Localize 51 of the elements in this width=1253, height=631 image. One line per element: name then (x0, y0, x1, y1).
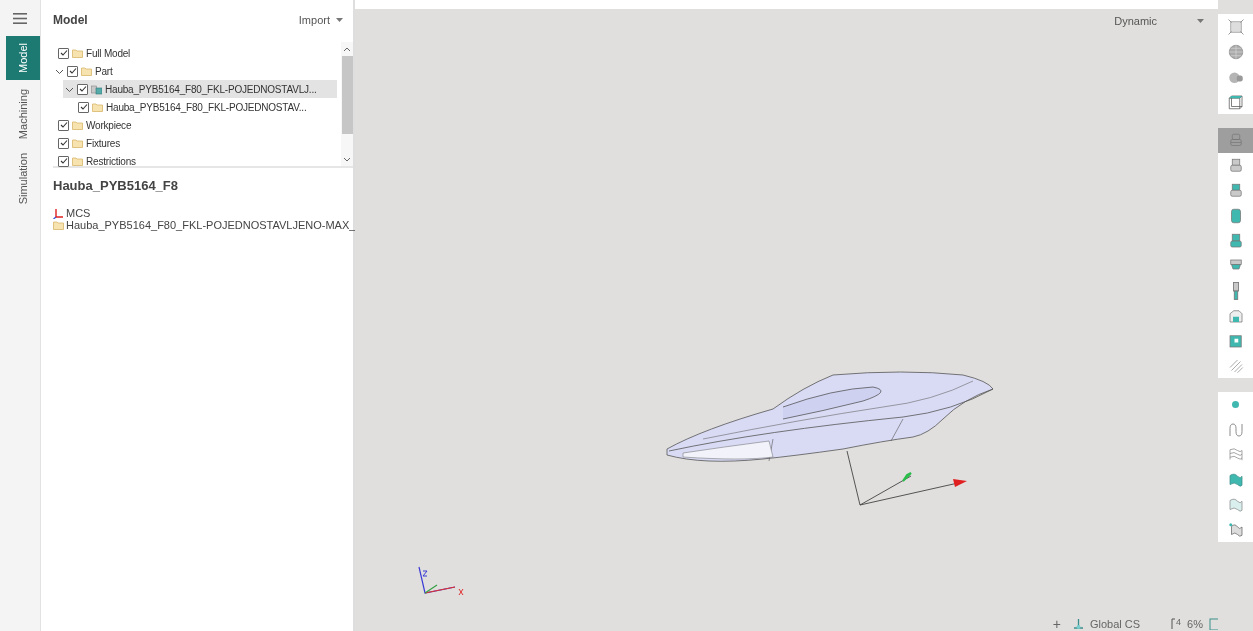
curve-icon (1226, 420, 1245, 439)
checkbox[interactable] (58, 137, 69, 149)
zoom-bracket-icon[interactable] (1170, 618, 1177, 630)
menu-icon[interactable] (13, 13, 27, 24)
checkbox[interactable] (67, 65, 78, 77)
geometry-item[interactable]: Hauba_PYB5164_F80_FKL-POJEDNOSTAVLJENO-MAX_ (66, 219, 356, 231)
selection-box-icon (1226, 17, 1245, 36)
sidebar-tab[interactable]: Simulation (6, 148, 40, 210)
tree-item[interactable]: Fixtures (53, 134, 337, 152)
sidebar-tab[interactable]: Model (6, 36, 40, 80)
coordinate-system-label[interactable]: Global CS (1089, 618, 1141, 630)
tree-item[interactable]: Full Model (53, 44, 337, 62)
checkbox[interactable] (58, 47, 69, 59)
drill-bit-icon (1232, 281, 1239, 300)
axes-icon (53, 207, 64, 219)
checkbox[interactable] (78, 101, 89, 113)
folder-icon (72, 155, 83, 167)
tree-item[interactable]: Hauba_PYB5164_F80_FKL-POJEDNOSTAVLJ... (63, 80, 337, 98)
folder-icon (72, 47, 83, 59)
checkbox[interactable] (77, 83, 88, 95)
checkbox[interactable] (58, 119, 69, 131)
folder-icon (53, 219, 64, 231)
sidebar-tab[interactable]: Machining (6, 80, 40, 148)
tree-item[interactable]: Part (53, 62, 337, 80)
folder-icon (92, 101, 103, 113)
details-title: Hauba_PYB5164_F8 (53, 178, 179, 193)
folder-icon (72, 119, 83, 131)
panel-title: Model (53, 13, 88, 27)
part-icon (91, 83, 102, 95)
folder-icon (81, 65, 92, 77)
view-mode-dropdown[interactable]: Dynamic (1114, 15, 1204, 27)
tree-item[interactable]: Workpiece (53, 116, 337, 134)
dot-icon (1232, 401, 1239, 408)
import-dropdown[interactable]: Import (296, 14, 345, 26)
zoom-count: 4 (1176, 618, 1182, 627)
tree-item[interactable]: Hauba_PYB5164_F80_FKL-POJEDNOSTAV... (73, 98, 337, 116)
scrollbar-thumb[interactable] (341, 56, 353, 134)
scrollbar[interactable] (341, 42, 353, 166)
coordinate-system-icon[interactable] (1072, 617, 1084, 631)
add-button[interactable]: + (1052, 616, 1061, 631)
coordinate-system-item[interactable]: MCS (66, 207, 91, 219)
3d-viewport[interactable]: Dynamic + Global CS $^{4}$ 6% (355, 9, 1218, 631)
folder-icon (72, 137, 83, 149)
zoom-percent: 6% (1187, 618, 1203, 630)
tree-item[interactable]: Restrictions (53, 152, 337, 170)
checkbox[interactable] (58, 155, 69, 167)
caret-icon[interactable] (1197, 19, 1204, 23)
cube-icon (1226, 92, 1245, 111)
surface-point-icon (1226, 520, 1245, 539)
caret-icon[interactable] (336, 18, 343, 22)
sphere-icon (1226, 42, 1245, 61)
